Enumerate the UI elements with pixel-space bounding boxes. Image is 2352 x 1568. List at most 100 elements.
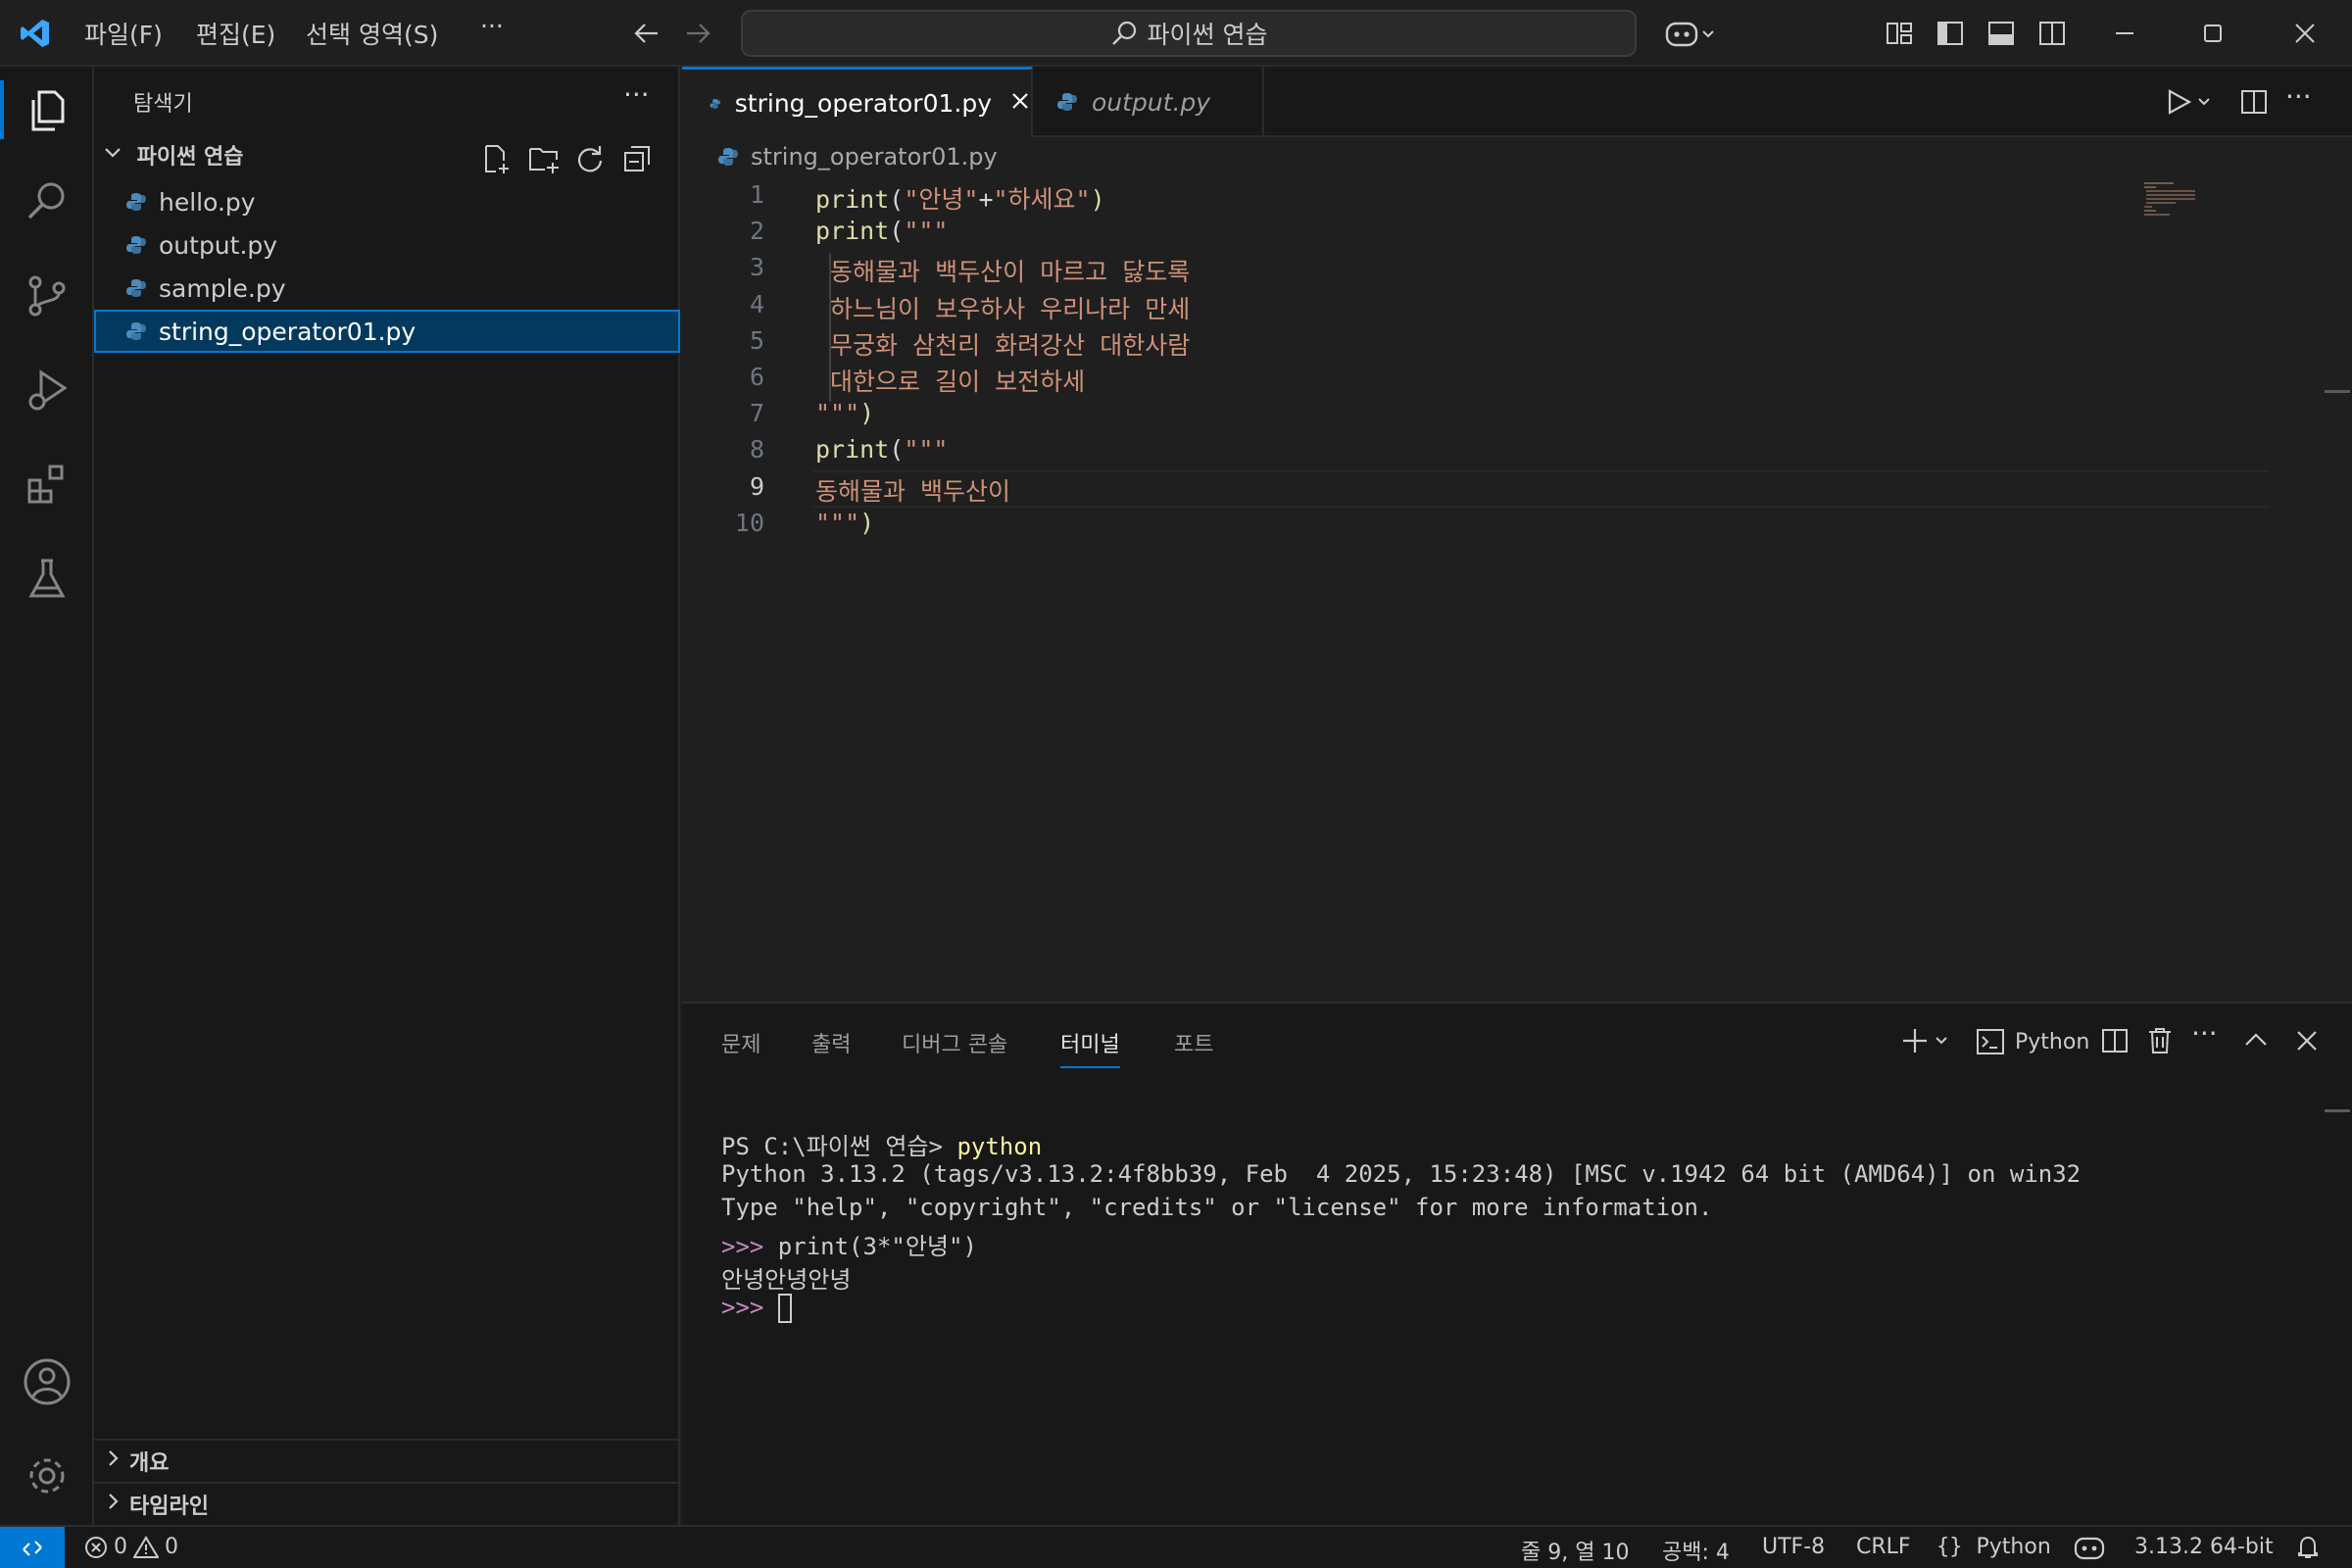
- tab-output[interactable]: output.py: [1033, 67, 1264, 137]
- editor-tab-bar: string_operator01.py output.py ···: [682, 67, 2352, 137]
- refresh-icon[interactable]: [574, 143, 606, 178]
- maximize-icon[interactable]: [2195, 16, 2230, 51]
- file-item-sample[interactable]: sample.py: [94, 267, 680, 310]
- copilot-icon[interactable]: [1662, 16, 1721, 51]
- run-and-debug-icon[interactable]: [20, 363, 74, 417]
- code-text: 무궁화 삼천리 화려강산 대한사람: [815, 326, 1190, 362]
- editor-more-button[interactable]: ···: [2285, 80, 2312, 113]
- tab-terminal[interactable]: 터미널: [1060, 1027, 1120, 1068]
- indentation-setting[interactable]: 공백: 4: [1662, 1535, 1730, 1566]
- active-indicator: [0, 80, 4, 139]
- line-number: 4: [749, 289, 764, 318]
- collapse-folders-icon[interactable]: [621, 143, 653, 178]
- tab-ports[interactable]: 포트: [1174, 1027, 1213, 1058]
- cursor-position[interactable]: 줄 9, 열 10: [1521, 1535, 1629, 1566]
- code-line[interactable]: 1 print("안녕"+"하세요"): [682, 180, 2352, 218]
- code-token: (: [889, 185, 905, 214]
- repl-prompt: >>>: [721, 1294, 778, 1321]
- timeline-label: 타임라인: [129, 1494, 209, 1519]
- source-control-icon[interactable]: [20, 269, 74, 323]
- line-number: 6: [749, 363, 764, 391]
- code-line[interactable]: 6 대한으로 길이 보전하세: [682, 363, 2352, 400]
- code-line[interactable]: 4 하느님이 보우하사 우리나라 만세: [682, 290, 2352, 327]
- testing-flask-icon[interactable]: [20, 551, 74, 606]
- code-token: 동해물과 백두산이 마르고 닳도록: [815, 258, 1191, 287]
- code-line[interactable]: 7 """): [682, 399, 2352, 436]
- braces-icon: {}: [1936, 1535, 1963, 1559]
- minimap[interactable]: [2142, 180, 2211, 220]
- close-panel-icon[interactable]: [2291, 1025, 2323, 1060]
- tab-debug-console[interactable]: 디버그 콘솔: [902, 1027, 1007, 1058]
- split-editor-icon[interactable]: [2238, 86, 2270, 122]
- code-line[interactable]: 5 무궁화 삼천리 화려강산 대한사람: [682, 326, 2352, 364]
- sidebar-more-button[interactable]: ···: [623, 78, 650, 111]
- close-window-icon[interactable]: [2287, 16, 2323, 51]
- eol-setting[interactable]: CRLF: [1856, 1535, 1911, 1559]
- code-line[interactable]: 10 """): [682, 509, 2352, 546]
- maximize-panel-chevron-up-icon[interactable]: [2240, 1025, 2272, 1060]
- menu-more-button[interactable]: ···: [480, 12, 504, 40]
- outline-section[interactable]: 개요: [94, 1439, 680, 1482]
- python-interpreter[interactable]: 3.13.2 64-bit: [2134, 1535, 2274, 1559]
- toggle-primary-sidebar-icon[interactable]: [1933, 16, 1968, 51]
- code-line[interactable]: 2 print(""": [682, 217, 2352, 254]
- file-item-output[interactable]: output.py: [94, 223, 680, 267]
- code-line[interactable]: 3 동해물과 백두산이 마르고 닳도록: [682, 253, 2352, 290]
- line-number: 10: [734, 508, 764, 537]
- close-tab-icon[interactable]: [1009, 89, 1031, 118]
- timeline-section[interactable]: 타임라인: [94, 1482, 680, 1525]
- explorer-icon[interactable]: [20, 82, 74, 137]
- command-center-search[interactable]: 파이썬 연습: [741, 10, 1637, 57]
- code-token: 하느님이 보우하사 우리나라 만세: [815, 294, 1191, 323]
- new-folder-icon[interactable]: [527, 143, 561, 178]
- run-python-file-icon[interactable]: [2164, 86, 2219, 122]
- encoding-setting[interactable]: UTF-8: [1762, 1535, 1825, 1559]
- toggle-secondary-sidebar-icon[interactable]: [2034, 16, 2070, 51]
- new-terminal-icon[interactable]: [1901, 1025, 1956, 1060]
- file-item-string-operator01[interactable]: string_operator01.py: [94, 310, 680, 353]
- code-token: (: [889, 217, 905, 246]
- language-mode[interactable]: {} Python: [1936, 1535, 2051, 1559]
- extensions-icon[interactable]: [20, 457, 74, 512]
- breadcrumb[interactable]: string_operator01.py: [717, 143, 998, 171]
- title-bar: 파일(F) 편집(E) 선택 영역(S) ··· 파이썬 연습: [0, 0, 2352, 67]
- code-line[interactable]: 9 동해물과 백두산이: [682, 472, 2352, 510]
- tab-output-panel[interactable]: 출력: [811, 1027, 851, 1058]
- language-label: Python: [1976, 1535, 2051, 1559]
- split-terminal-icon[interactable]: [2099, 1025, 2131, 1060]
- tab-problems[interactable]: 문제: [721, 1027, 760, 1058]
- account-icon[interactable]: [20, 1354, 74, 1409]
- code-token: """: [904, 217, 949, 246]
- minimize-icon[interactable]: [2107, 16, 2142, 51]
- tab-string-operator01[interactable]: string_operator01.py: [682, 67, 1033, 137]
- terminal-selector[interactable]: Python: [1976, 1027, 2089, 1056]
- manage-gear-icon[interactable]: [20, 1448, 74, 1503]
- notifications-bell-icon[interactable]: [2295, 1535, 2321, 1560]
- menu-file[interactable]: 파일(F): [84, 16, 163, 51]
- folder-header[interactable]: 파이썬 연습: [102, 139, 244, 171]
- search-icon[interactable]: [20, 174, 74, 229]
- toggle-panel-icon[interactable]: [1984, 16, 2019, 51]
- code-token: print: [815, 185, 890, 214]
- code-token: (: [889, 435, 905, 465]
- panel-more-button[interactable]: ···: [2191, 1017, 2218, 1050]
- file-name: hello.py: [159, 187, 256, 217]
- tab-label: output.py: [1092, 87, 1211, 117]
- back-arrow-icon[interactable]: [629, 16, 664, 51]
- file-item-hello[interactable]: hello.py: [94, 180, 680, 223]
- copilot-status-icon[interactable]: [2074, 1535, 2105, 1560]
- forward-arrow-icon[interactable]: [680, 16, 715, 51]
- python-file-icon: [718, 148, 738, 166]
- customize-layout-icon[interactable]: [1882, 16, 1917, 51]
- remote-connection-button[interactable]: [0, 1527, 65, 1568]
- file-name: sample.py: [159, 273, 286, 303]
- new-file-icon[interactable]: [480, 143, 512, 178]
- kill-terminal-trash-icon[interactable]: [2144, 1025, 2176, 1060]
- code-token: +: [978, 185, 994, 214]
- menu-edit[interactable]: 편집(E): [196, 16, 275, 51]
- code-editor[interactable]: 1 print("안녕"+"하세요") 2 print(""" 3 동해물과 백두산이 …: [682, 176, 2352, 1002]
- code-line[interactable]: 8 print(""": [682, 435, 2352, 472]
- menu-selection[interactable]: 선택 영역(S): [306, 16, 438, 51]
- search-text: 파이썬 연습: [1147, 21, 1268, 49]
- problems-status[interactable]: 0 0: [84, 1535, 178, 1559]
